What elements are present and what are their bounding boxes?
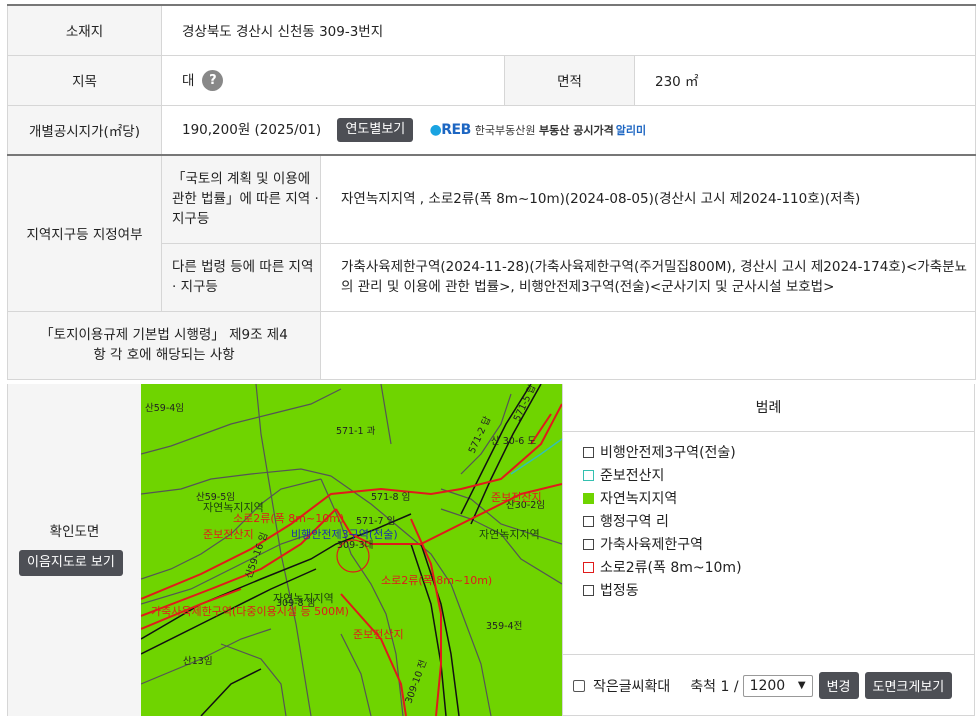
zoning-label: 지역지구등 지정여부 [7, 154, 162, 312]
legend-swatch [583, 562, 594, 573]
regulation-label: 「토지이용규제 기본법 시행령」 제9조 제4항 각 호에 해당되는 사항 [7, 310, 321, 380]
svg-text:309-10 전: 309-10 전 [403, 659, 429, 705]
legend-item: 가축사육제한구역 [583, 534, 974, 557]
svg-text:359-4전: 359-4전 [486, 621, 522, 632]
svg-text:산 30-6 도: 산 30-6 도 [491, 436, 536, 447]
scale-select[interactable]: 1200 ▼ [742, 674, 813, 697]
map-labels: 산59-4임 571-1 과 571-2 답 571-5 답 산 30-6 도 … [145, 384, 545, 705]
legend-swatch [583, 516, 594, 527]
legend-item: 자연녹지지역 [583, 488, 974, 511]
map-canvas: 산59-4임 571-1 과 571-2 답 571-5 답 산 30-6 도 … [141, 384, 562, 716]
svg-text:산13임: 산13임 [183, 655, 213, 667]
svg-text:571-8 임: 571-8 임 [371, 491, 410, 503]
regulation-value [319, 310, 977, 380]
official-price-value: 190,200원 (2025/01) [182, 121, 322, 138]
zoning-national-label: 「국토의 계획 및 이용에 관한 법률」에 따른 지역 · 지구등 [161, 154, 321, 244]
zoning-national-value: 자연녹지지역 , 소로2류(폭 8m~10m)(2024-08-05)(경산시 … [319, 154, 977, 244]
small-text-enlarge-label: 작은글씨확대 [593, 678, 671, 695]
small-text-enlarge-checkbox[interactable] [573, 679, 585, 692]
chevron-down-icon: ▼ [797, 680, 806, 691]
svg-text:571-1 과: 571-1 과 [336, 426, 376, 437]
reb-service: 부동산 공시가격 [539, 123, 614, 137]
row-location: 소재지 경상북도 경산시 신천동 309-3번지 [7, 4, 977, 56]
confirm-map-label: 확인도면 [49, 524, 100, 540]
reb-alimi: 알리미 [615, 123, 647, 137]
open-eum-map-button[interactable]: 이음지도로 보기 [19, 550, 123, 576]
legend-item: 법정동 [583, 580, 974, 603]
scale-label: 축척 1 / [690, 678, 739, 695]
legend-swatch [583, 585, 594, 596]
official-price-label: 개별공시지가(㎡당) [7, 104, 162, 156]
zoning-other-label: 다른 법령 등에 따른 지역 · 지구등 [161, 242, 321, 312]
location-label: 소재지 [7, 4, 162, 56]
legend-swatch [583, 493, 594, 504]
row-zoning-national: 지역지구등 지정여부 「국토의 계획 및 이용에 관한 법률」에 따른 지역 ·… [7, 154, 977, 312]
land-category-label: 지목 [7, 54, 162, 106]
legend-item: 준보전산지 [583, 465, 974, 488]
svg-text:준보전산지: 준보전산지 [353, 628, 404, 641]
svg-text:571-5 답: 571-5 답 [511, 384, 539, 423]
land-info-table: 소재지 경상북도 경산시 신천동 309-3번지 지목 대? 면적 230 ㎡ … [7, 4, 977, 380]
area-value: 230 ㎡ [633, 54, 977, 106]
svg-text:자연녹지지역: 자연녹지지역 [479, 528, 540, 541]
legend-swatch [583, 470, 594, 481]
svg-text:571-2 답: 571-2 답 [466, 414, 494, 455]
svg-text:소로2류(폭 8m~10m): 소로2류(폭 8m~10m) [381, 574, 492, 587]
legend-title: 범례 [563, 384, 974, 432]
enlarge-map-button[interactable]: 도면크게보기 [864, 672, 953, 699]
legend-item: 소로2류(폭 8m~10m) [583, 557, 974, 580]
reb-logo-icon: ●REB [429, 121, 472, 138]
scale-change-button[interactable]: 변경 [818, 672, 859, 699]
location-value: 경상북도 경산시 신천동 309-3번지 [160, 4, 977, 56]
svg-text:571-7 임: 571-7 임 [356, 515, 395, 527]
legend-list: 비행안전제3구역(전술) 준보전산지 자연녹지지역 행정구역 리 가축사육제한구… [563, 432, 974, 603]
reb-name: 한국부동산원 [474, 123, 536, 137]
land-category-value: 대 [182, 72, 195, 89]
svg-text:자연녹지지역: 자연녹지지역 [273, 592, 334, 605]
svg-text:산59-4임: 산59-4임 [145, 402, 184, 414]
legend-swatch [583, 447, 594, 458]
svg-text:309-3대: 309-3대 [337, 540, 373, 551]
map-section: 확인도면 이음지도로 보기 산59-4임 571-1 과 571-2 답 571… [7, 384, 975, 716]
svg-text:비행안전제3구역(전술): 비행안전제3구역(전술) [291, 528, 398, 541]
question-icon[interactable]: ? [202, 70, 224, 92]
yearly-view-button[interactable]: 연도별보기 [337, 117, 414, 142]
row-regulation: 「토지이용규제 기본법 시행령」 제9조 제4항 각 호에 해당되는 사항 [7, 310, 977, 380]
svg-text:소로2류(폭 8m~10m): 소로2류(폭 8m~10m) [233, 512, 344, 525]
land-use-map[interactable]: 산59-4임 571-1 과 571-2 답 571-5 답 산 30-6 도 … [141, 384, 562, 716]
zoning-other-value: 가축사육제한구역(2024-11-28)(가축사육제한구역(주거밀집800M),… [319, 242, 977, 312]
legend-swatch [583, 539, 594, 550]
row-category: 지목 대? 면적 230 ㎡ [7, 54, 977, 106]
legend-item: 비행안전제3구역(전술) [583, 442, 974, 465]
svg-text:준보전산지: 준보전산지 [491, 491, 542, 504]
row-official-price: 개별공시지가(㎡당) 190,200원 (2025/01) 연도별보기 ●REB… [7, 104, 977, 156]
map-side-panel: 확인도면 이음지도로 보기 [7, 384, 141, 716]
svg-text:가축사육제한구역(다중이용시설 등 500M): 가축사육제한구역(다중이용시설 등 500M) [151, 605, 349, 618]
area-label: 면적 [504, 54, 635, 106]
svg-text:준보전산지: 준보전산지 [203, 528, 254, 541]
reb-price-alimi-link[interactable]: ●REB 한국부동산원 부동산 공시가격 알리미 [430, 122, 647, 138]
land-use-plan-page: 소재지 경상북도 경산시 신천동 309-3번지 지목 대? 면적 230 ㎡ … [7, 4, 977, 716]
map-controls: 작은글씨확대 축척 1 / 1200 ▼ 변경 도면크게보기 [563, 654, 974, 716]
legend-item: 행정구역 리 [583, 511, 974, 534]
map-legend: 범례 비행안전제3구역(전술) 준보전산지 자연녹지지역 행정구역 리 가축사육… [562, 384, 975, 716]
